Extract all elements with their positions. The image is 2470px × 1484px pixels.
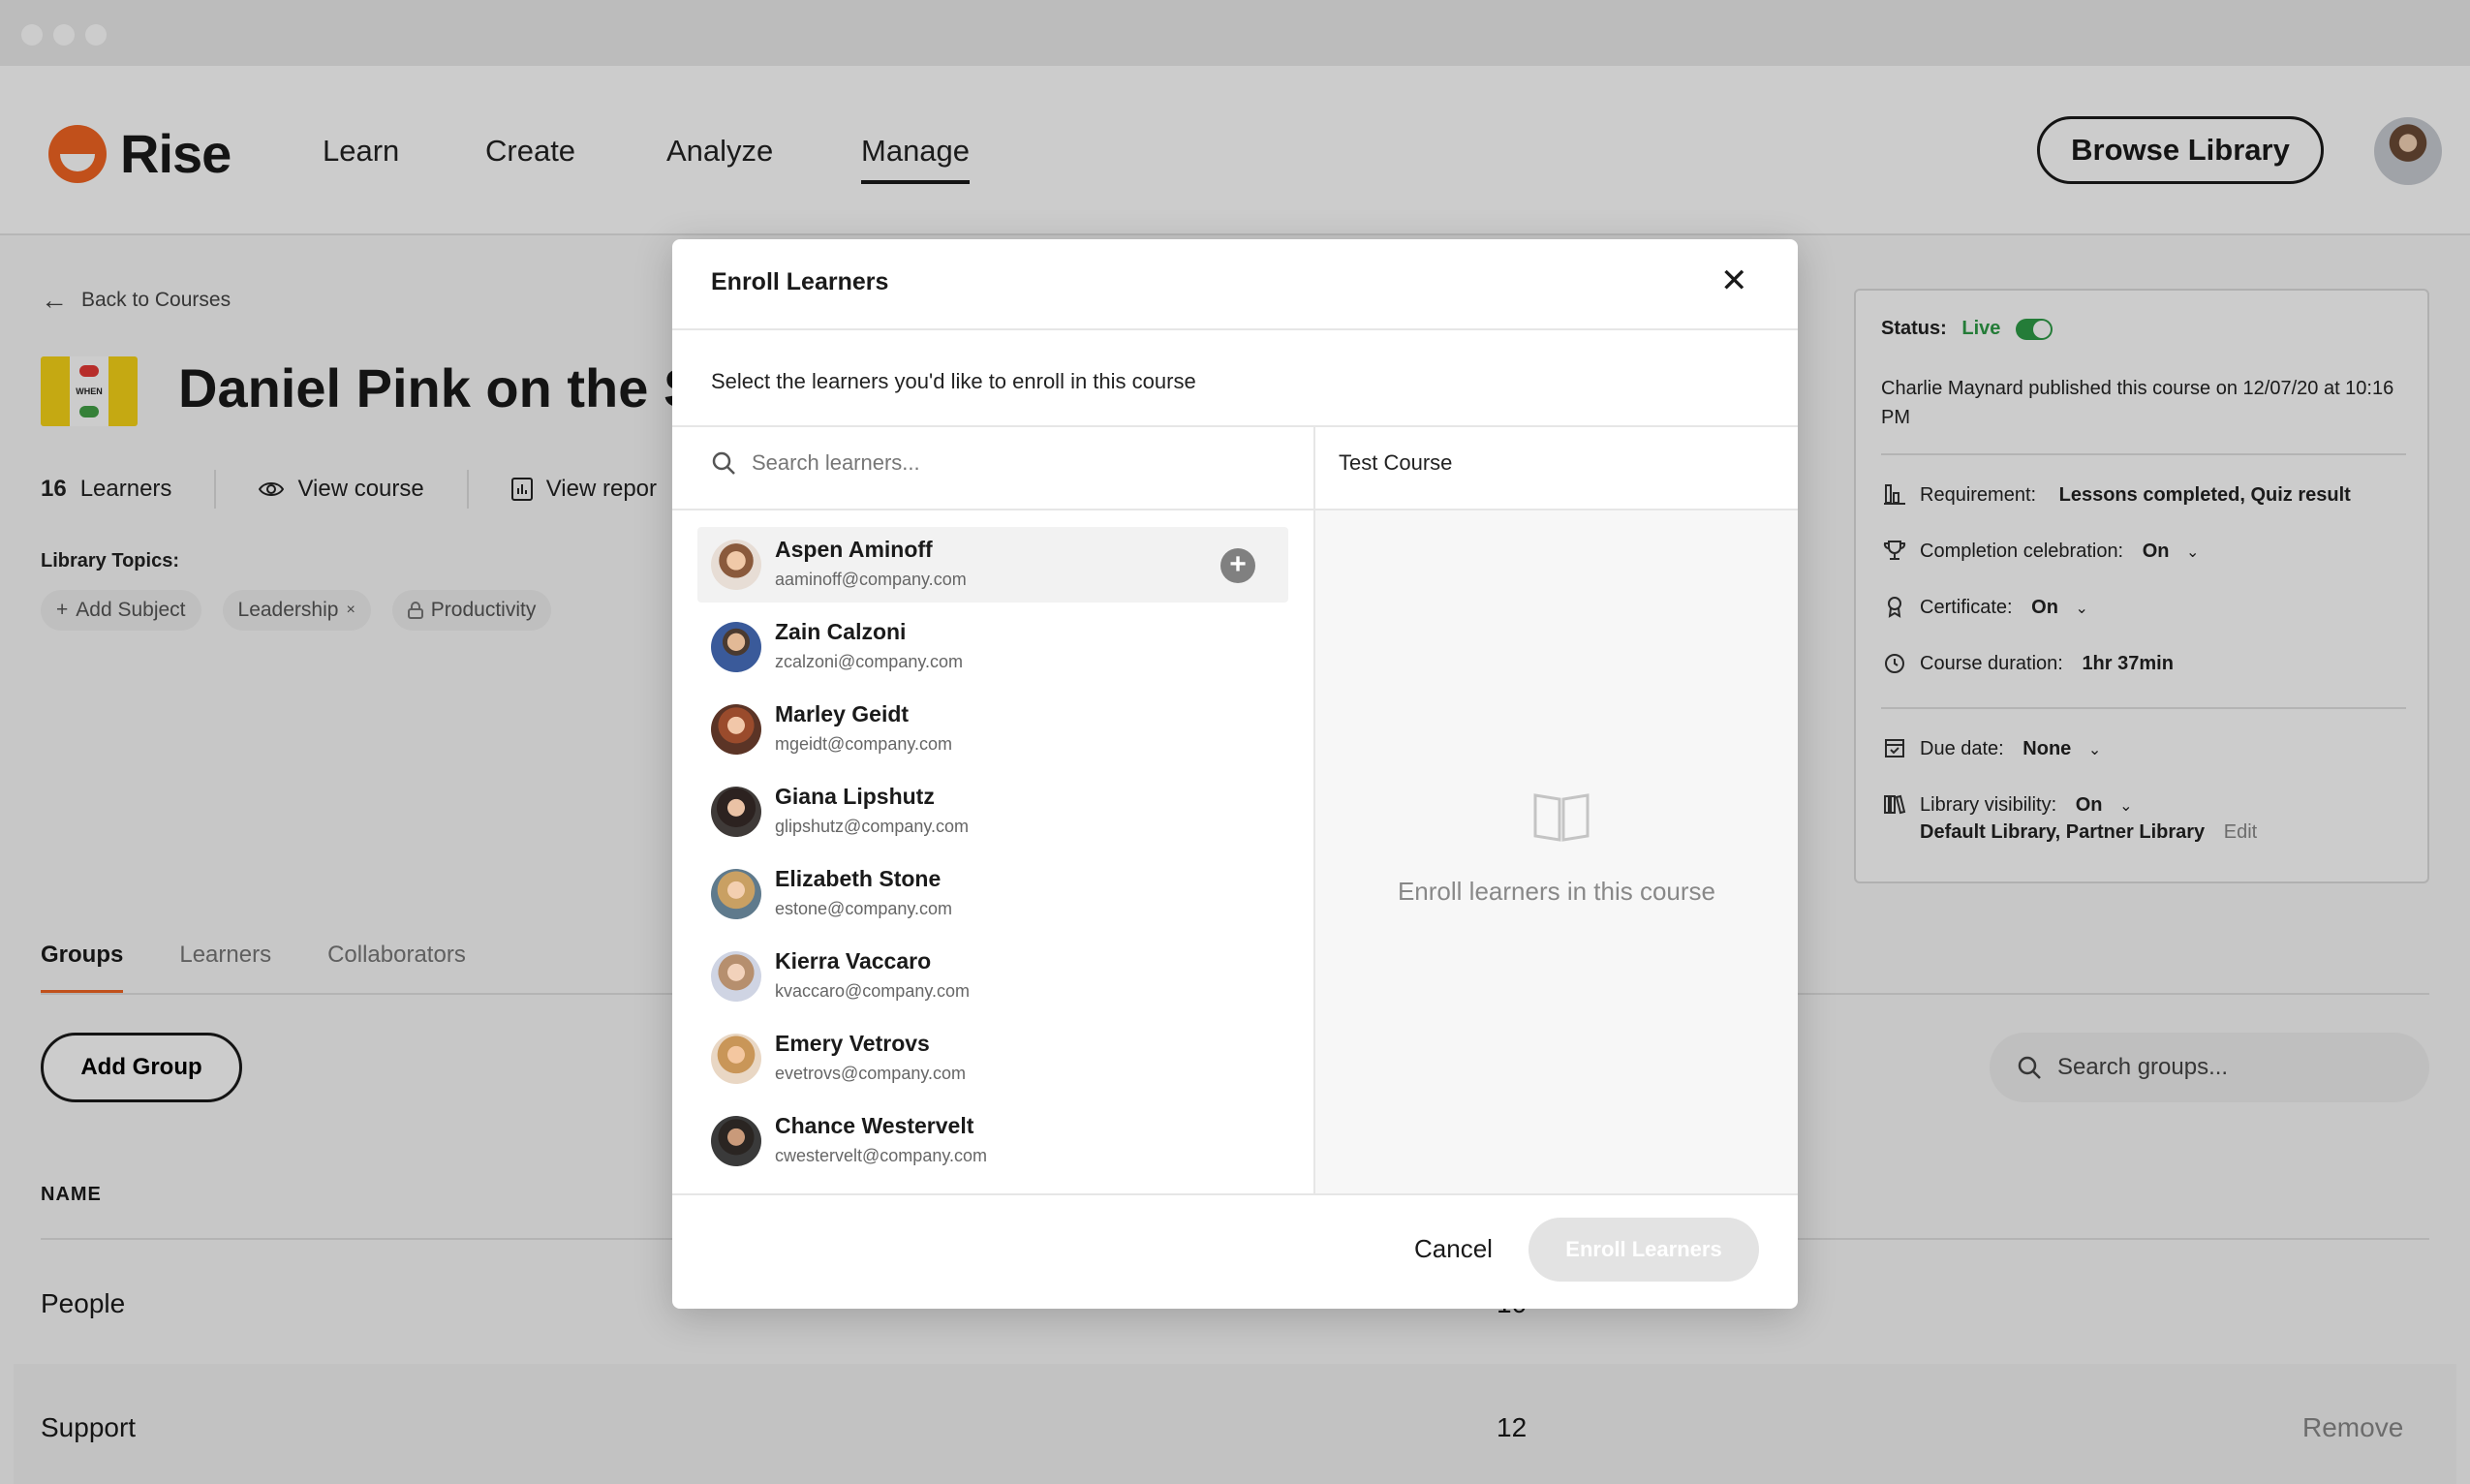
add-learner-icon[interactable]: + [1220, 548, 1255, 583]
avatar [711, 1116, 761, 1166]
cancel-button[interactable]: Cancel [1414, 1234, 1493, 1264]
modal-title: Enroll Learners [711, 268, 889, 295]
avatar [711, 622, 761, 672]
empty-state-text: Enroll learners in this course [1397, 877, 1716, 906]
avatar [711, 787, 761, 837]
search-learners-input[interactable]: Search learners... [711, 450, 1273, 476]
learner-row[interactable]: Marley Geidt mgeidt@company.com [697, 692, 1288, 767]
learner-row[interactable]: Emery Vetrovs evetrovs@company.com [697, 1021, 1288, 1097]
book-open-icon [1533, 793, 1590, 842]
avatar [711, 704, 761, 755]
selected-course-name: Test Course [1339, 450, 1453, 475]
learner-row[interactable]: Kierra Vaccaro kvaccaro@company.com [697, 939, 1288, 1014]
app-window: Rise Learn Create Analyze Manage Browse … [0, 0, 2470, 1484]
avatar [711, 1034, 761, 1084]
enroll-learners-button[interactable]: Enroll Learners [1528, 1218, 1759, 1282]
search-icon [712, 451, 735, 475]
close-icon[interactable]: ✕ [1720, 264, 1748, 297]
learner-row[interactable]: Zain Calzoni zcalzoni@company.com [697, 609, 1288, 685]
modal-subtitle: Select the learners you'd like to enroll… [711, 369, 1196, 393]
avatar [711, 869, 761, 919]
enroll-learners-modal: Enroll Learners ✕ Select the learners yo… [672, 239, 1798, 1309]
learner-row[interactable]: Chance Westervelt cwestervelt@company.co… [697, 1103, 1288, 1179]
avatar [711, 951, 761, 1002]
learner-row[interactable]: Aspen Aminoff aaminoff@company.com + [697, 527, 1288, 603]
learner-row[interactable]: Giana Lipshutz glipshutz@company.com [697, 774, 1288, 850]
avatar [711, 540, 761, 590]
enrolled-learners-pane [1315, 510, 1798, 1193]
search-learners-placeholder: Search learners... [752, 450, 920, 475]
learner-row[interactable]: Elizabeth Stone estone@company.com [697, 856, 1288, 932]
